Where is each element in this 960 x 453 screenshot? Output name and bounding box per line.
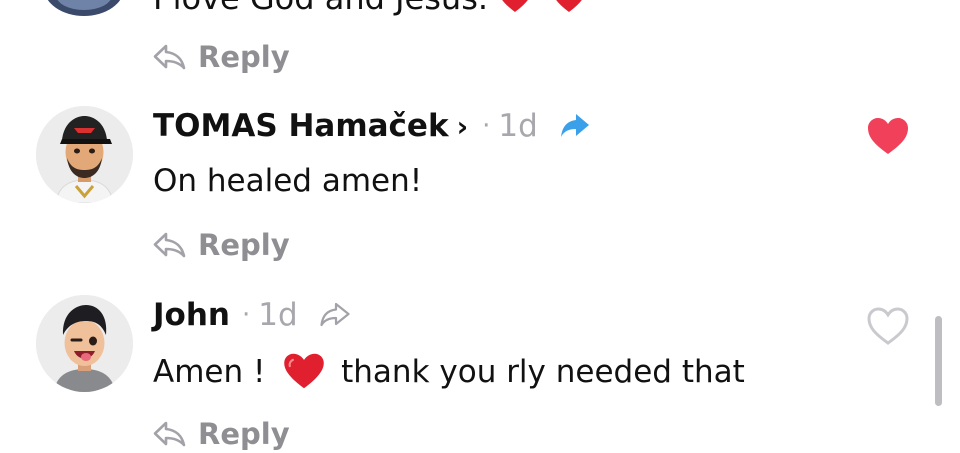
comment-thread: I love God and Jesus. Reply TO [0, 0, 960, 453]
red-heart-emoji-icon [502, 0, 528, 12]
reply-button[interactable]: Reply [152, 228, 290, 262]
avatar-john[interactable] [36, 295, 133, 392]
bitmoji-avatar-icon [36, 106, 133, 203]
reply-label: Reply [198, 228, 290, 262]
reply-button[interactable]: Reply [152, 417, 290, 451]
username[interactable]: TOMAS Hamaček [153, 108, 449, 144]
comment-body: Amen ! thank you rly needed that [153, 352, 745, 390]
comment-text: I love God and Jesus. [153, 0, 488, 17]
red-heart-emoji-icon [284, 353, 325, 389]
comment-header: John · 1d [153, 297, 350, 333]
reply-button[interactable]: Reply [152, 40, 290, 74]
comment-text: Amen ! [153, 354, 266, 390]
reply-arrow-icon [153, 232, 186, 258]
reply-arrow-icon [153, 44, 186, 70]
separator-dot: · [241, 300, 251, 330]
reply-label: Reply [198, 40, 290, 74]
timestamp: 1d [498, 108, 538, 144]
bitmoji-avatar-icon [36, 295, 133, 392]
red-heart-emoji-icon [556, 0, 583, 12]
comment-body: I love God and Jesus. [153, 0, 586, 14]
comment-text: On healed amen! [153, 163, 423, 199]
share-outline-icon [320, 302, 350, 327]
heart-filled-icon[interactable] [866, 116, 910, 156]
timestamp: 1d [258, 297, 298, 333]
chevron-right-icon[interactable]: › [457, 110, 469, 143]
heart-outline-icon[interactable] [866, 306, 910, 346]
share-button[interactable] [320, 302, 350, 328]
comment-text: thank you rly needed that [341, 354, 745, 390]
username[interactable]: John [153, 297, 230, 333]
share-filled-icon [560, 114, 589, 137]
comment-header: TOMAS Hamaček › · 1d [153, 108, 590, 144]
scrollbar[interactable] [935, 316, 942, 406]
share-button[interactable] [560, 113, 590, 139]
separator-dot: · [482, 111, 491, 141]
avatar[interactable] [44, 0, 124, 16]
comment-body: On healed amen! [153, 163, 422, 199]
avatar-tomas[interactable] [36, 106, 133, 203]
reply-arrow-icon [153, 421, 186, 447]
reply-label: Reply [198, 417, 290, 451]
